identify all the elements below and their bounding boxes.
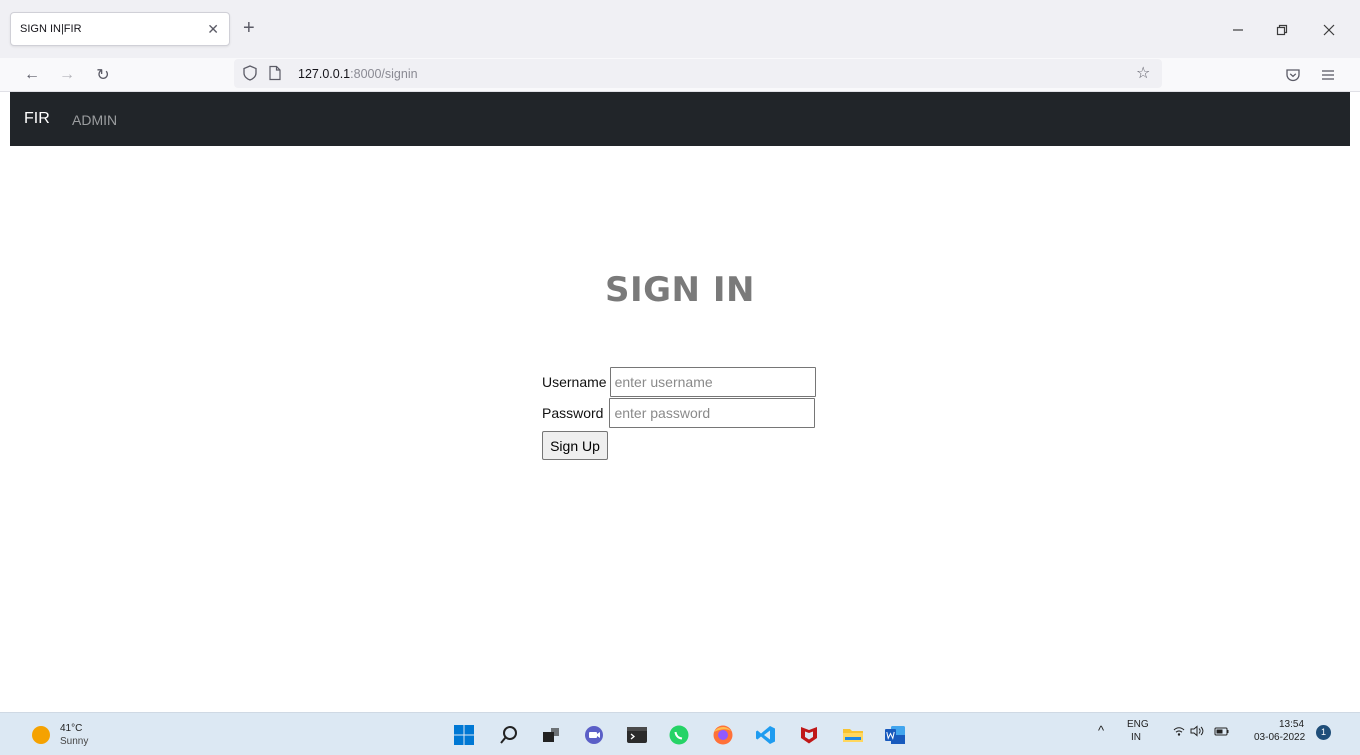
address-bar[interactable]: 127.0.0.1:8000/signin ☆ bbox=[234, 59, 1162, 88]
password-input[interactable] bbox=[609, 398, 816, 428]
pocket-icon[interactable] bbox=[1282, 64, 1304, 86]
terminal-icon[interactable] bbox=[626, 724, 648, 746]
url-text[interactable]: 127.0.0.1:8000/signin bbox=[298, 67, 418, 81]
weather-desc[interactable]: Sunny bbox=[60, 736, 88, 747]
chevron-up-icon[interactable]: ^ bbox=[1098, 723, 1104, 738]
brand-link[interactable]: FIR bbox=[24, 110, 50, 128]
language-bottom[interactable]: IN bbox=[1131, 732, 1141, 743]
browser-toolbar: ← → ↻ 127.0.0.1:8000/signin ☆ bbox=[0, 58, 1360, 92]
tab-title: SIGN IN|FIR bbox=[20, 23, 82, 35]
menu-icon[interactable] bbox=[1317, 64, 1339, 86]
bookmark-star-icon[interactable]: ☆ bbox=[1136, 63, 1150, 83]
browser-window: SIGN IN|FIR ✕ + ← → ↻ 127.0.0.1:8000/sig… bbox=[0, 0, 1360, 755]
clock-date[interactable]: 03-06-2022 bbox=[1254, 732, 1305, 743]
weather-temp[interactable]: 41°C bbox=[60, 723, 82, 734]
task-view-icon[interactable] bbox=[540, 724, 562, 746]
password-label: Password bbox=[542, 405, 604, 421]
submit-button[interactable]: Sign Up bbox=[542, 431, 608, 460]
shield-icon[interactable] bbox=[242, 64, 258, 87]
forward-icon[interactable]: → bbox=[56, 64, 78, 86]
reload-icon[interactable]: ↻ bbox=[92, 64, 114, 86]
vscode-icon[interactable] bbox=[755, 724, 777, 746]
restore-icon[interactable] bbox=[1270, 18, 1294, 42]
taskbar: 41°C Sunny ^ ENG IN 13:54 03-06-2022 1 bbox=[0, 712, 1360, 755]
new-tab-icon[interactable]: + bbox=[243, 16, 255, 40]
site-navbar: FIR ADMIN bbox=[10, 92, 1350, 146]
username-row: Username bbox=[542, 367, 816, 397]
mcafee-icon[interactable] bbox=[798, 724, 820, 746]
whatsapp-icon[interactable] bbox=[668, 724, 690, 746]
url-host: 127.0.0.1 bbox=[298, 67, 351, 81]
volume-icon[interactable] bbox=[1190, 725, 1206, 740]
firefox-icon[interactable] bbox=[712, 724, 734, 746]
username-label: Username bbox=[542, 374, 607, 390]
window-close-icon[interactable] bbox=[1317, 18, 1341, 42]
word-icon[interactable] bbox=[884, 724, 906, 746]
wifi-icon[interactable] bbox=[1172, 725, 1186, 740]
battery-icon[interactable] bbox=[1214, 725, 1230, 740]
tab-close-icon[interactable]: ✕ bbox=[207, 21, 219, 38]
page-icon[interactable] bbox=[268, 65, 282, 86]
back-icon[interactable]: ← bbox=[21, 64, 43, 86]
tab-strip: SIGN IN|FIR ✕ + bbox=[0, 0, 1360, 58]
minimize-icon[interactable] bbox=[1226, 18, 1250, 42]
start-icon[interactable] bbox=[453, 724, 475, 746]
page-title: SIGN IN bbox=[605, 270, 755, 310]
url-path: :8000/signin bbox=[350, 67, 418, 81]
language-top[interactable]: ENG bbox=[1127, 719, 1149, 730]
sun-icon[interactable] bbox=[32, 726, 50, 744]
search-icon[interactable] bbox=[498, 724, 520, 746]
clock-time[interactable]: 13:54 bbox=[1279, 719, 1304, 730]
file-explorer-icon[interactable] bbox=[842, 724, 864, 746]
password-row: Password bbox=[542, 398, 816, 428]
browser-tab-active[interactable]: SIGN IN|FIR ✕ bbox=[10, 12, 230, 46]
notification-badge[interactable]: 1 bbox=[1316, 725, 1331, 740]
nav-link-admin[interactable]: ADMIN bbox=[72, 112, 117, 128]
username-input[interactable] bbox=[609, 367, 816, 397]
chat-icon[interactable] bbox=[583, 724, 605, 746]
